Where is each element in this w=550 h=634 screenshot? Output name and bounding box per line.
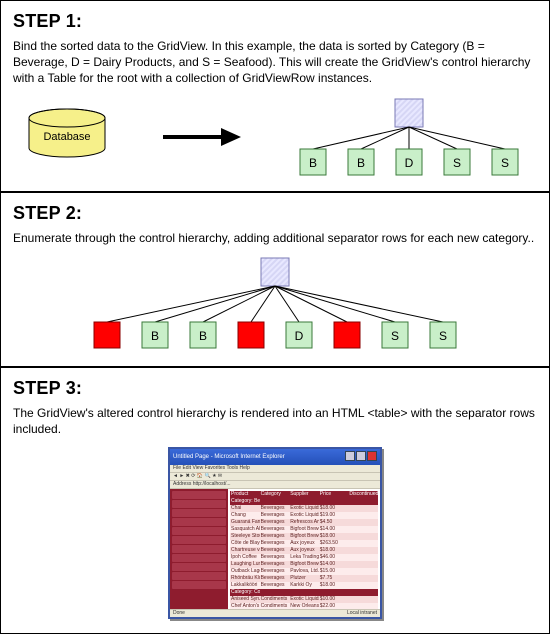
table-row: Aniseed SyrupCondimentsExotic Liquids$10… (230, 596, 378, 603)
window-controls (344, 451, 377, 463)
svg-text:S: S (439, 329, 447, 343)
separator-row: Category: Beverages (230, 498, 378, 505)
status-right: Local intranet (347, 611, 377, 616)
svg-text:D: D (405, 156, 414, 170)
arrow-icon (161, 126, 241, 148)
column-header: Supplier (289, 491, 319, 498)
browser-screenshot: Untitled Page - Microsoft Internet Explo… (168, 447, 382, 619)
tree-node: B B D S S (300, 149, 518, 175)
table-row: Chartreuse verteBeveragesAux joyeux$18.0… (230, 547, 378, 554)
svg-text:S: S (391, 329, 399, 343)
status-left: Done (173, 611, 185, 616)
browser-titlebar: Untitled Page - Microsoft Internet Explo… (170, 449, 380, 465)
separator-node (238, 322, 264, 348)
browser-toolbar: ◄ ► ✖ ⟳ 🏠 🔍 ★ ✉ (170, 473, 380, 481)
browser-title: Untitled Page - Microsoft Internet Explo… (173, 454, 285, 460)
step2-title: STEP 2: (13, 203, 537, 224)
svg-text:B: B (151, 329, 159, 343)
svg-text:B: B (199, 329, 207, 343)
table-row: Rhönbräu KlosterbierBeveragesPlutzer$7.7… (230, 575, 378, 582)
table-row: ChangBeveragesExotic Liquids$19.00 (230, 512, 378, 519)
step3-body: The GridView's altered control hierarchy… (13, 405, 537, 437)
browser-menubar: File Edit View Favorites Tools Help (170, 465, 380, 473)
table-row: LakkalikööriBeveragesKarkki Oy$18.00 (230, 582, 378, 589)
svg-text:S: S (501, 156, 509, 170)
column-header: Category (260, 491, 290, 498)
gridview-table: ProductCategorySupplierPriceDiscontinued… (228, 489, 380, 609)
browser-statusbar: Done Local intranet (170, 609, 380, 617)
step1-title: STEP 1: (13, 11, 537, 32)
browser-body: ProductCategorySupplierPriceDiscontinued… (170, 489, 380, 609)
column-header: Price (319, 491, 349, 498)
table-row: Guaraná FantásticaBeveragesRefrescos Ame… (230, 519, 378, 526)
svg-text:S: S (453, 156, 461, 170)
table-header: ProductCategorySupplierPriceDiscontinued (230, 491, 378, 498)
table-row: Côte de BlayeBeveragesAux joyeux$263.50 (230, 540, 378, 547)
step2-tree: BBDSS (13, 256, 537, 352)
sidebar (170, 489, 228, 609)
step2-panel: STEP 2: Enumerate through the control hi… (0, 192, 550, 367)
table-row: Outback LagerBeveragesPavlova, Ltd.$15.0… (230, 568, 378, 575)
step1-body: Bind the sorted data to the GridView. In… (13, 38, 537, 87)
step1-diagram: Database (13, 97, 537, 177)
table-row: ChaiBeveragesExotic Liquids$18.00 (230, 505, 378, 512)
column-header: Product (230, 491, 260, 498)
step1-tree: B B D S S (289, 97, 529, 177)
svg-text:D: D (295, 329, 304, 343)
table-row: Chef Anton's CajunCondimentsNew Orleans$… (230, 603, 378, 609)
table-row: Sasquatch AleBeveragesBigfoot Breweries$… (230, 526, 378, 533)
separator-node (94, 322, 120, 348)
table-row: Ipoh CoffeeBeveragesLeka Trading$46.00 (230, 554, 378, 561)
database-label: Database (43, 131, 90, 143)
table-row: Steeleye StoutBeveragesBigfoot Breweries… (230, 533, 378, 540)
step1-panel: STEP 1: Bind the sorted data to the Grid… (0, 0, 550, 192)
svg-text:B: B (357, 156, 365, 170)
browser-address: Address http://localhost/... (170, 481, 380, 489)
step3-title: STEP 3: (13, 378, 537, 399)
database-icon: Database (21, 108, 113, 166)
svg-text:B: B (309, 156, 317, 170)
step2-body: Enumerate through the control hierarchy,… (13, 230, 537, 246)
column-header: Discontinued (348, 491, 378, 498)
table-row: Laughing Lumberjack LagerBeveragesBigfoo… (230, 561, 378, 568)
separator-node (334, 322, 360, 348)
separator-row: Category: Condiments (230, 589, 378, 596)
